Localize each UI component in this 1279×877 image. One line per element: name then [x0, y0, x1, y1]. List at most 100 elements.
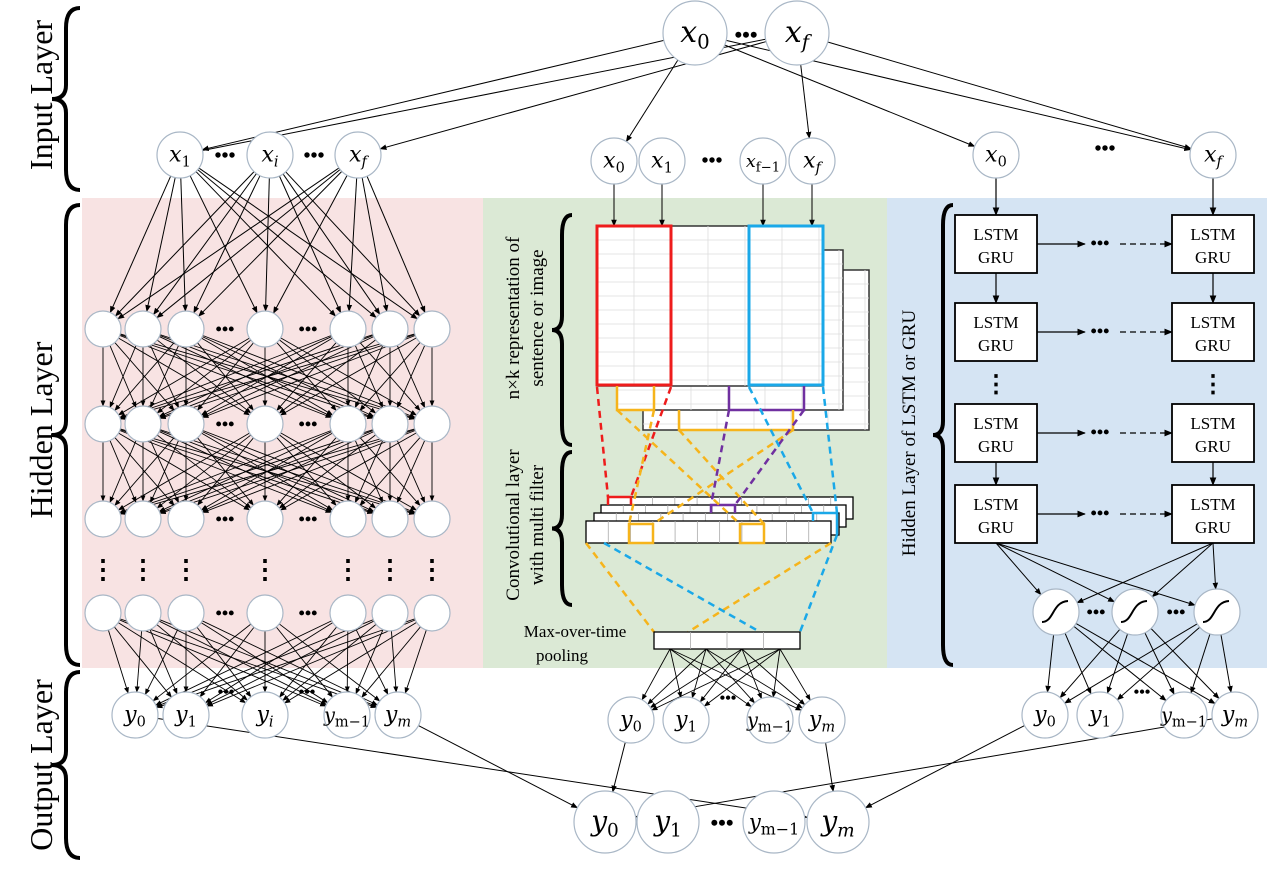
- node-circle: [413, 594, 451, 632]
- cnn-output-ellipsis: •••: [720, 690, 737, 707]
- feature-sheet-1: [596, 225, 824, 387]
- lstm-gru-cell: LSTM GRU: [1171, 214, 1255, 274]
- node-circle: [246, 310, 284, 348]
- edge: [634, 718, 1213, 819]
- cell-label-lstm: LSTM: [1190, 225, 1235, 244]
- dnn-hidden-node: [413, 500, 451, 538]
- dnn-vdots: ⋮: [377, 555, 403, 584]
- cnn-output-ym-1: ym−1: [746, 696, 794, 744]
- node-circle: [84, 594, 122, 632]
- node-circle: [329, 594, 367, 632]
- dnn-input-ellipsis: •••: [214, 145, 235, 167]
- node-circle: [1193, 588, 1241, 636]
- hidden-layer-brace: [51, 203, 81, 667]
- cell-label-gru: GRU: [978, 437, 1014, 456]
- node-circle: [84, 310, 122, 348]
- rnn-output-ym: ym: [1211, 691, 1259, 739]
- rnn-vdots: ⋮: [984, 372, 1008, 398]
- cnn-input-xf: xf: [788, 137, 836, 185]
- cell-label-lstm: LSTM: [1190, 414, 1235, 433]
- lstm-gru-cell: LSTM GRU: [1171, 403, 1255, 463]
- neural-network-architecture-diagram: x0 xf•••x1 xi xf••• •••••• •••••• •••••• ••••••…: [23, 0, 1267, 860]
- dnn-hidden-node: [84, 405, 122, 443]
- edge: [625, 59, 679, 143]
- rnn-input-xf: xf: [1189, 131, 1237, 179]
- dnn-hidden-node: [371, 500, 409, 538]
- cnn-output-ym: ym: [798, 696, 846, 744]
- cnn-input-ellipsis: •••: [701, 150, 722, 172]
- dnn-vdots: ⋮: [335, 555, 361, 584]
- rnn-output-ym-1: ym−1: [1160, 691, 1208, 739]
- max-pool-vector: [653, 631, 801, 650]
- dnn-hidden-node: [124, 405, 162, 443]
- cell-label-gru: GRU: [978, 518, 1014, 537]
- dnn-hidden-node: [371, 405, 409, 443]
- edge: [418, 725, 579, 809]
- node-circle: [124, 594, 162, 632]
- cnn-output-y1: y1: [662, 696, 710, 744]
- dnn-output-ellipsis: •••: [299, 684, 316, 701]
- repr-label-line2: sentence or image: [527, 249, 548, 386]
- node-circle: [371, 310, 409, 348]
- node-circle: [329, 500, 367, 538]
- dnn-hidden-node: [329, 405, 367, 443]
- dnn-hidden-node: [84, 310, 122, 348]
- dnn-hidden-node: [167, 594, 205, 632]
- strip-frame: [585, 520, 832, 544]
- conv-strip-1: [585, 520, 832, 544]
- dnn-hidden-node: [124, 500, 162, 538]
- dnn-vdots: ⋮: [252, 555, 278, 584]
- lstm-gru-cell: LSTM GRU: [954, 214, 1038, 274]
- rnn-output-y1: y1: [1076, 691, 1124, 739]
- dnn-hidden-ellipsis: •••: [299, 509, 318, 529]
- cnn-input-x0: x0: [590, 137, 638, 185]
- dnn-hidden-node: [329, 500, 367, 538]
- dnn-hidden-node: [413, 310, 451, 348]
- cell-label-lstm: LSTM: [973, 495, 1018, 514]
- node-circle: [329, 405, 367, 443]
- recurrent-ellipsis: •••: [1091, 233, 1110, 253]
- dnn-vdots: ⋮: [90, 555, 116, 584]
- dnn-hidden-node: [167, 500, 205, 538]
- lstm-gru-cell: LSTM GRU: [954, 302, 1038, 362]
- cell-label-gru: GRU: [978, 336, 1014, 355]
- lstm-gru-cell: LSTM GRU: [1171, 484, 1255, 544]
- cell-label-lstm: LSTM: [973, 313, 1018, 332]
- final-output-ym-1: ym−1: [742, 790, 806, 854]
- cell-label-lstm: LSTM: [1190, 313, 1235, 332]
- dnn-input-ellipsis: •••: [303, 145, 324, 167]
- dnn-input-xf: xf: [334, 131, 382, 179]
- sheet-frame: [596, 225, 824, 387]
- cnn-output-y0: y0: [607, 696, 655, 744]
- dnn-output-ym-1: ym−1: [323, 691, 371, 739]
- cell-label-lstm: LSTM: [1190, 495, 1235, 514]
- input-layer-label: Input Layer: [23, 20, 59, 171]
- node-circle: [413, 405, 451, 443]
- global-input-node-xf: xf: [764, 0, 830, 66]
- node-circle: [167, 310, 205, 348]
- recurrent-ellipsis: •••: [1091, 422, 1110, 442]
- rnn-input-ellipsis: •••: [1094, 138, 1115, 160]
- recurrent-ellipsis: •••: [1091, 321, 1110, 341]
- dnn-hidden-node: [124, 594, 162, 632]
- dnn-hidden-node: [371, 310, 409, 348]
- node-circle: [167, 594, 205, 632]
- dnn-hidden-ellipsis: •••: [299, 319, 318, 339]
- hidden-layer-label: Hidden Layer: [23, 341, 59, 518]
- sigmoid-ellipsis: •••: [1167, 602, 1186, 622]
- dnn-output-ym: ym: [374, 691, 422, 739]
- dnn-hidden-node: [246, 310, 284, 348]
- dnn-hidden-node: [84, 500, 122, 538]
- dnn-hidden-node: [329, 594, 367, 632]
- edge: [611, 742, 626, 793]
- cnn-input-x1: x1: [638, 137, 686, 185]
- lstm-gru-cell: LSTM GRU: [954, 403, 1038, 463]
- dnn-output-ellipsis: •••: [218, 684, 235, 701]
- dnn-hidden-node: [413, 594, 451, 632]
- rnn-input-x0: x0: [972, 131, 1020, 179]
- global-input-ellipsis: •••: [734, 22, 757, 47]
- dnn-output-y1: y1: [162, 691, 210, 739]
- node-circle: [329, 310, 367, 348]
- conv-label-line2: with multi filter: [527, 464, 548, 585]
- dnn-hidden-node: [124, 310, 162, 348]
